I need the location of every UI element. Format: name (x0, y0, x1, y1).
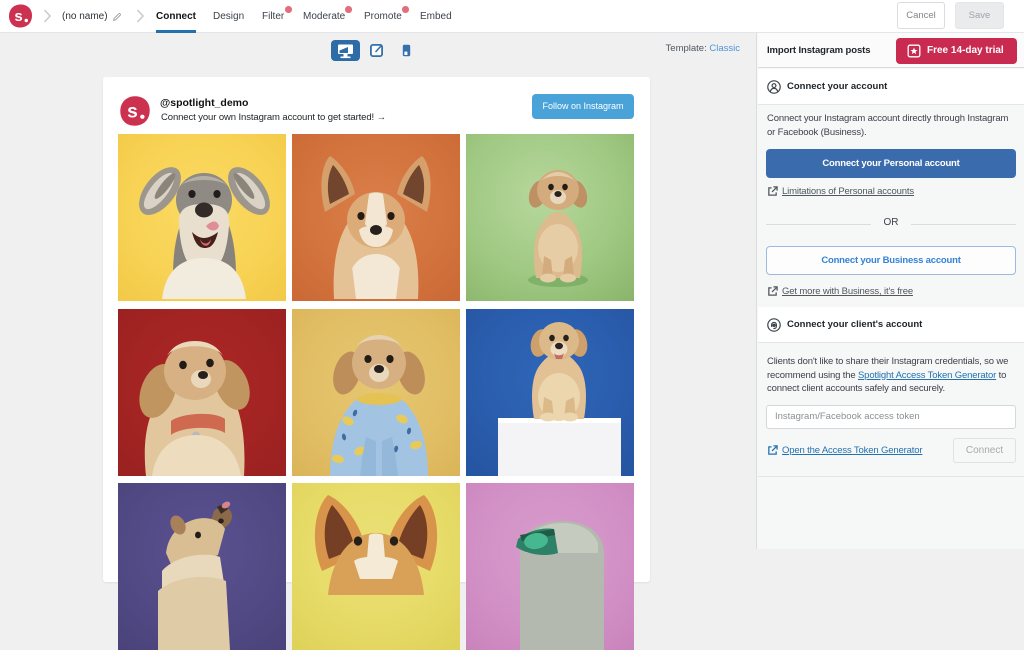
svg-text:s: s (127, 101, 138, 122)
svg-text:s: s (14, 8, 22, 25)
